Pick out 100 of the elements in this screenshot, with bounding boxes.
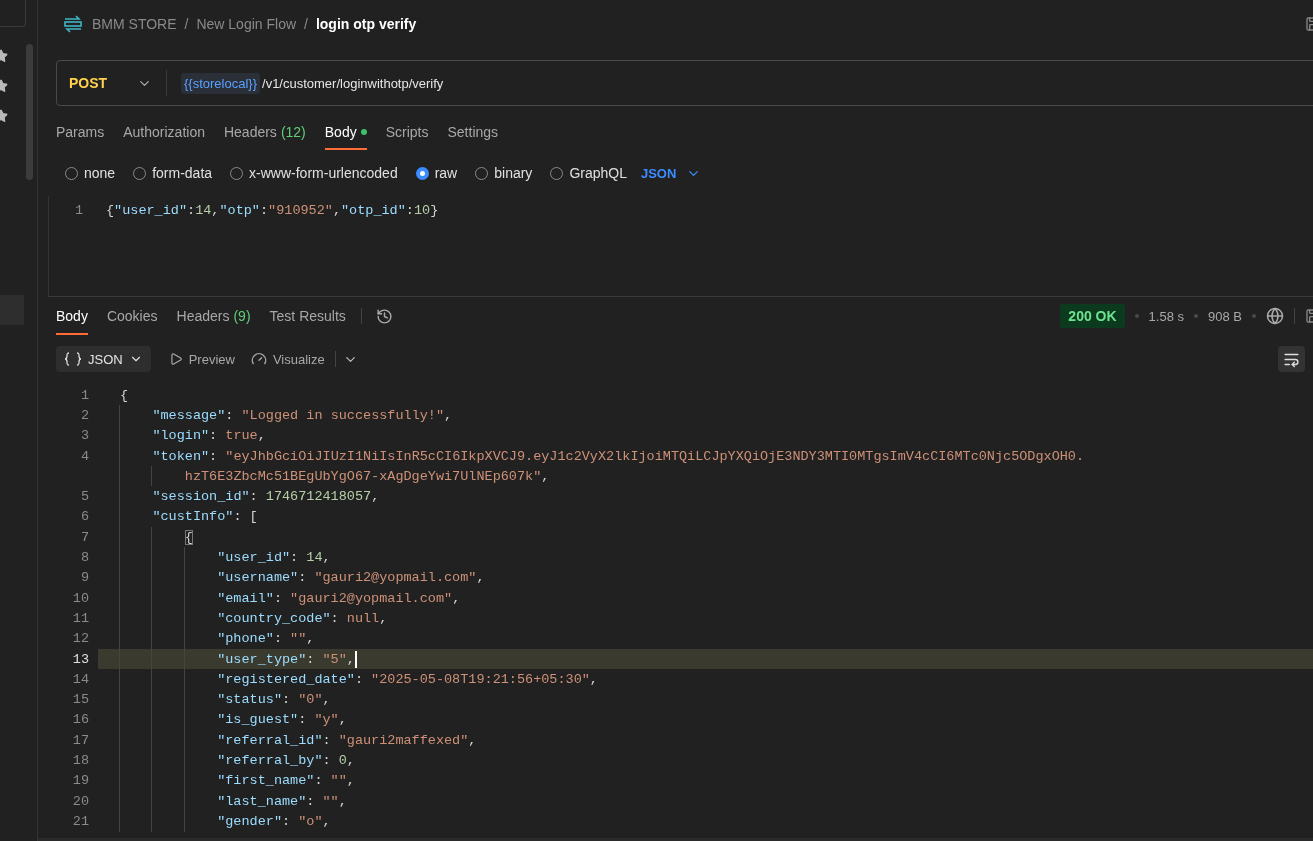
scrollbar[interactable] xyxy=(26,44,33,180)
line-number: 14 xyxy=(71,671,90,687)
code-punctuation: : xyxy=(314,773,324,789)
code-key: "status" xyxy=(217,692,282,708)
line-number: 6 xyxy=(79,509,90,525)
code-punctuation: } xyxy=(430,202,439,218)
line-number: 10 xyxy=(71,590,90,606)
line-number: 13 xyxy=(71,651,90,667)
code-key: "phone" xyxy=(217,631,274,647)
braces-icon xyxy=(64,352,82,366)
code-punctuation: , xyxy=(371,489,380,505)
code-punctuation: : xyxy=(306,651,316,667)
code-string: "gauri2@yopmail.com" xyxy=(314,570,477,586)
radio-label[interactable]: binary xyxy=(494,165,533,181)
code-string: "gauri2@yopmail.com" xyxy=(290,590,453,606)
breadcrumb-item: login otp verify xyxy=(315,16,417,32)
request-tab[interactable]: Params xyxy=(56,114,105,150)
code-key: "session_id" xyxy=(152,489,250,505)
breadcrumb-separator: / xyxy=(304,16,308,32)
code-punctuation: , xyxy=(589,671,598,687)
code-key: "login" xyxy=(152,428,210,444)
request-tab[interactable]: Settings xyxy=(447,114,499,150)
response-time: 1.58 s xyxy=(1148,308,1184,324)
wrap-text-button[interactable] xyxy=(1278,346,1305,372)
code-key: "email" xyxy=(217,590,274,606)
code-number: 14 xyxy=(306,550,323,565)
format-dropdown[interactable]: JSON xyxy=(56,346,151,372)
code-punctuation: : xyxy=(322,732,332,748)
code-punctuation: , xyxy=(306,631,315,647)
line-number: 5 xyxy=(79,489,90,505)
response-tab[interactable]: Body xyxy=(56,297,88,335)
radio-label[interactable]: GraphQL xyxy=(569,165,627,181)
code-punctuation: , xyxy=(452,590,461,606)
radio-button[interactable] xyxy=(415,166,429,180)
request-tab[interactable]: Headers (12) xyxy=(223,114,306,150)
code-punctuation: , xyxy=(346,773,355,789)
response-tab[interactable]: Cookies xyxy=(106,297,158,335)
code-key: "token" xyxy=(152,448,210,464)
code-number: 1746712418057 xyxy=(265,489,372,505)
radio-label[interactable]: form-data xyxy=(152,165,213,181)
code-punctuation: { xyxy=(120,387,129,403)
code-key: "gender" xyxy=(217,813,282,829)
code-punctuation: , xyxy=(322,550,331,565)
code-literal: true xyxy=(225,428,258,444)
status-badge: 200 OK xyxy=(1060,304,1125,328)
code-punctuation: : xyxy=(282,692,292,708)
code-punctuation: , xyxy=(338,712,347,728)
code-punctuation: : xyxy=(298,712,308,728)
code-key: "is_guest" xyxy=(217,712,299,728)
code-punctuation: : xyxy=(298,570,308,586)
globe-icon[interactable] xyxy=(1266,307,1284,325)
code-punctuation: : xyxy=(354,671,364,687)
code-key: "username" xyxy=(217,570,299,586)
url-bar[interactable]: POST {{storelocal}} /v1/customer/loginwithotp/verify xyxy=(56,60,1313,106)
response-size: 908 B xyxy=(1208,308,1242,324)
response-tab[interactable]: Test Results xyxy=(269,297,346,335)
code-number: 10 xyxy=(413,202,431,218)
breadcrumb-separator: / xyxy=(184,16,189,32)
breadcrumb-item[interactable]: New Login Flow xyxy=(196,16,297,32)
line-number: 2 xyxy=(79,407,90,423)
radio-label[interactable]: none xyxy=(84,165,116,181)
method-label: POST xyxy=(69,75,108,91)
response-tab[interactable]: Headers (9) xyxy=(176,297,251,335)
code-string: "910952" xyxy=(268,202,333,218)
radio-label[interactable]: x-www-form-urlencoded xyxy=(249,165,398,181)
code-key: "referral_by" xyxy=(217,753,323,768)
line-number: 11 xyxy=(71,610,90,626)
code-key: "user_id" xyxy=(114,202,188,218)
code-punctuation: , xyxy=(211,202,220,218)
variable-chip: {{storelocal}} xyxy=(181,72,260,94)
code-string: "0" xyxy=(298,692,323,708)
code-punctuation: : xyxy=(306,793,316,809)
visualize-button[interactable]: Visualize xyxy=(248,347,327,371)
code-key: "country_code" xyxy=(217,610,331,626)
code-key: "user_id" xyxy=(217,550,291,565)
radio-label[interactable]: raw xyxy=(434,165,458,181)
request-tab[interactable]: Authorization xyxy=(123,114,205,150)
history-icon[interactable] xyxy=(375,307,393,325)
code-punctuation: : xyxy=(259,202,269,218)
preview-button[interactable]: Preview xyxy=(166,347,237,371)
code-punctuation: : xyxy=(273,590,283,606)
text-cursor xyxy=(354,650,357,668)
code-punctuation: { xyxy=(106,202,115,218)
request-tab[interactable]: Scripts xyxy=(385,114,429,150)
code-punctuation: , xyxy=(476,570,485,586)
code-punctuation: , xyxy=(332,202,341,218)
format-dropdown[interactable]: JSON xyxy=(640,165,702,181)
code-punctuation: , xyxy=(322,692,331,708)
code-key: "otp_id" xyxy=(341,202,406,218)
line-number: 1 xyxy=(79,387,90,403)
request-tab[interactable]: Body xyxy=(324,114,367,150)
code-punctuation: : xyxy=(322,753,332,768)
code-string: "Logged in successfully!" xyxy=(241,407,445,423)
code-string: "o" xyxy=(298,813,323,829)
method-dropdown[interactable]: POST xyxy=(57,70,167,96)
code-punctuation: : xyxy=(290,550,300,565)
sidebar-search-field[interactable] xyxy=(0,0,26,27)
code-punctuation: : xyxy=(273,631,283,647)
breadcrumb-item[interactable]: BMM STORE xyxy=(92,16,177,32)
line-number: 1 xyxy=(73,202,84,218)
